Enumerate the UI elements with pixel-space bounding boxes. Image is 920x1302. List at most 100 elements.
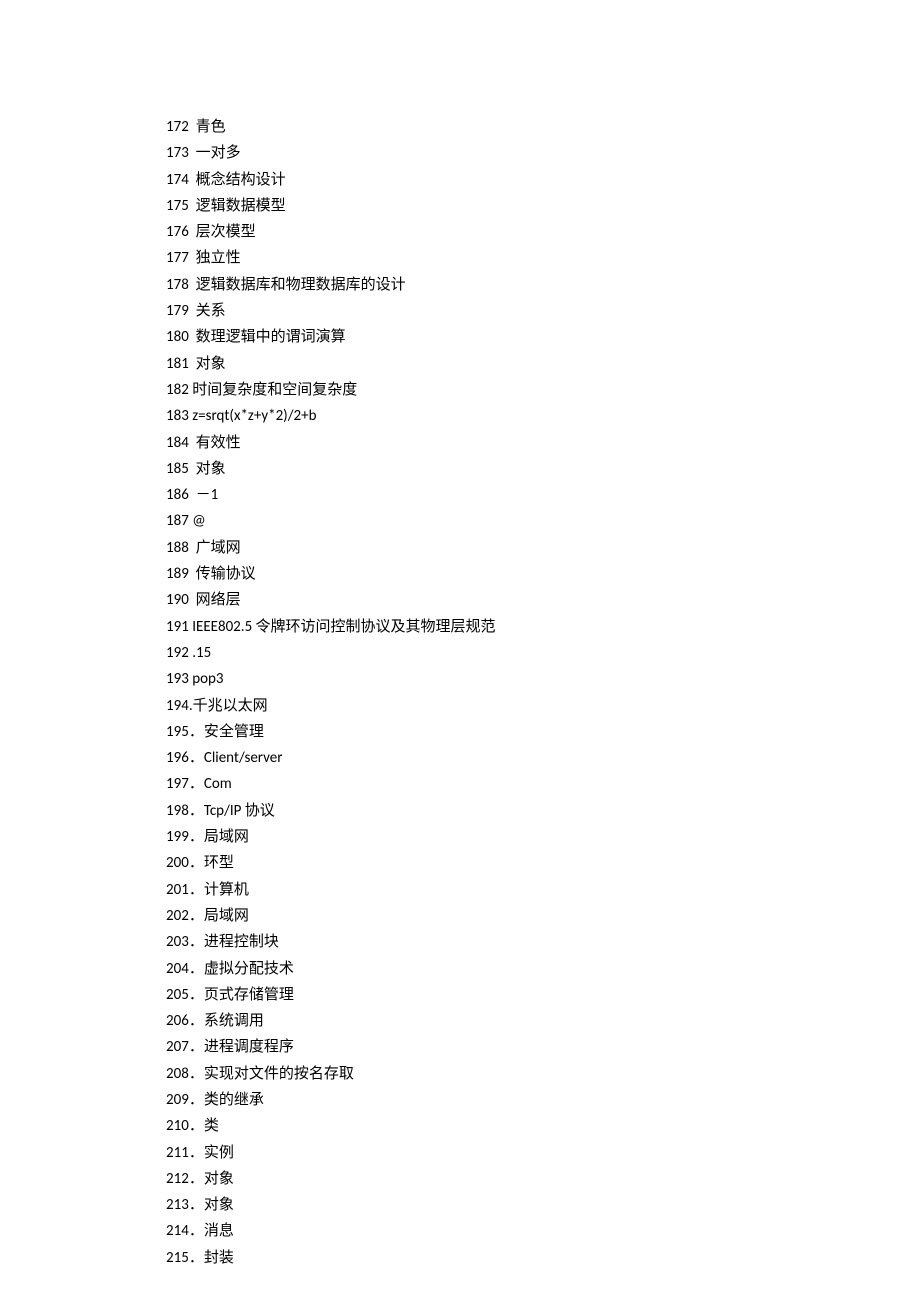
item-separator: ． xyxy=(189,1196,204,1214)
list-item: 207．进程调度程序 xyxy=(166,1034,920,1060)
item-number: 183 xyxy=(166,407,189,425)
item-number: 193 xyxy=(166,670,189,688)
item-number: 212 xyxy=(166,1170,189,1188)
item-content: 传输协议 xyxy=(196,565,256,583)
item-content: 页式存储管理 xyxy=(204,986,294,1004)
list-item: 206．系统调用 xyxy=(166,1008,920,1034)
item-separator xyxy=(189,565,196,583)
item-content: 安全管理 xyxy=(204,723,264,741)
item-number: 204 xyxy=(166,960,189,978)
item-number: 203 xyxy=(166,933,189,951)
item-separator: ． xyxy=(189,1038,204,1056)
list-item: 211．实例 xyxy=(166,1140,920,1166)
item-separator xyxy=(189,249,196,267)
item-separator: ． xyxy=(189,907,204,925)
item-content: @ xyxy=(192,512,205,530)
list-item: 197．Com xyxy=(166,771,920,797)
item-separator xyxy=(189,144,196,162)
item-number: 187 xyxy=(166,512,189,530)
item-separator: ． xyxy=(189,986,204,1004)
item-content: 对象 xyxy=(196,460,226,478)
item-number: 179 xyxy=(166,302,189,320)
item-content: 关系 xyxy=(196,302,226,320)
list-item: 208．实现对文件的按名存取 xyxy=(166,1061,920,1087)
item-separator: ． xyxy=(189,881,204,899)
item-number: 215 xyxy=(166,1249,189,1267)
list-item: 199．局域网 xyxy=(166,824,920,850)
item-content: 逻辑数据模型 xyxy=(196,197,286,215)
list-item: 184 有效性 xyxy=(166,430,920,456)
list-item: 173 一对多 xyxy=(166,140,920,166)
item-content: 虚拟分配技术 xyxy=(204,960,294,978)
list-item: 212．对象 xyxy=(166,1166,920,1192)
list-item: 215．封装 xyxy=(166,1245,920,1271)
item-content: －1 xyxy=(196,486,219,504)
list-item: 210．类 xyxy=(166,1113,920,1139)
item-number: 211 xyxy=(166,1144,189,1162)
item-content: Tcp/IP 协议 xyxy=(204,802,275,820)
item-content: 实例 xyxy=(204,1144,234,1162)
list-item: 205．页式存储管理 xyxy=(166,982,920,1008)
item-number: 199 xyxy=(166,828,189,846)
item-separator xyxy=(189,328,196,346)
item-number: 195 xyxy=(166,723,189,741)
item-content: 数理逻辑中的谓词演算 xyxy=(196,328,346,346)
item-number: 191 xyxy=(166,618,189,636)
item-number: 200 xyxy=(166,854,189,872)
item-content: Com xyxy=(204,775,232,793)
item-separator: ． xyxy=(189,1012,204,1030)
item-number: 198 xyxy=(166,802,189,820)
item-content: Client/server xyxy=(204,749,283,767)
item-content: 有效性 xyxy=(196,434,241,452)
list-item: 183 z=srqt(x*z+y*2)/2+b xyxy=(166,403,920,429)
item-number: 196 xyxy=(166,749,189,767)
item-number: 180 xyxy=(166,328,189,346)
list-item: 182 时间复杂度和空间复杂度 xyxy=(166,377,920,403)
item-separator xyxy=(189,223,196,241)
item-content: 局域网 xyxy=(204,907,249,925)
item-content: 网络层 xyxy=(196,591,241,609)
list-item: 189 传输协议 xyxy=(166,561,920,587)
item-content: 局域网 xyxy=(204,828,249,846)
item-number: 176 xyxy=(166,223,189,241)
item-separator: ． xyxy=(189,1170,204,1188)
item-number: 184 xyxy=(166,434,189,452)
item-number: 201 xyxy=(166,881,189,899)
item-content: 封装 xyxy=(204,1249,234,1267)
item-content: 消息 xyxy=(204,1222,234,1240)
item-separator: ． xyxy=(189,723,204,741)
item-number: 172 xyxy=(166,118,189,136)
list-item: 198．Tcp/IP 协议 xyxy=(166,798,920,824)
list-item: 196．Client/server xyxy=(166,745,920,771)
list-item: 201．计算机 xyxy=(166,877,920,903)
item-content: 实现对文件的按名存取 xyxy=(204,1065,354,1083)
item-content: 概念结构设计 xyxy=(196,171,286,189)
item-content: 计算机 xyxy=(204,881,249,899)
item-number: 174 xyxy=(166,171,189,189)
list-item: 177 独立性 xyxy=(166,245,920,271)
item-number: 190 xyxy=(166,591,189,609)
list-item: 204．虚拟分配技术 xyxy=(166,956,920,982)
item-separator: ． xyxy=(189,1065,204,1083)
list-item: 187 @ xyxy=(166,508,920,534)
item-number: 192 xyxy=(166,644,189,662)
item-number: 210 xyxy=(166,1117,189,1135)
list-item: 193 pop3 xyxy=(166,666,920,692)
list-item: 186 －1 xyxy=(166,482,920,508)
item-number: 214 xyxy=(166,1222,189,1240)
item-content: 对象 xyxy=(204,1170,234,1188)
list-item: 176 层次模型 xyxy=(166,219,920,245)
list-item: 185 对象 xyxy=(166,456,920,482)
document-list: 172 青色173 一对多174 概念结构设计175 逻辑数据模型176 层次模… xyxy=(166,114,920,1271)
item-content: 千兆以太网 xyxy=(193,697,268,715)
item-content: 时间复杂度和空间复杂度 xyxy=(192,381,357,399)
list-item: 214．消息 xyxy=(166,1218,920,1244)
item-content: 广域网 xyxy=(196,539,241,557)
item-number: 202 xyxy=(166,907,189,925)
item-separator: ． xyxy=(189,1144,204,1162)
item-separator xyxy=(189,434,196,452)
item-separator xyxy=(189,118,196,136)
list-item: 194.千兆以太网 xyxy=(166,693,920,719)
list-item: 202．局域网 xyxy=(166,903,920,929)
item-separator: ． xyxy=(189,1249,204,1267)
